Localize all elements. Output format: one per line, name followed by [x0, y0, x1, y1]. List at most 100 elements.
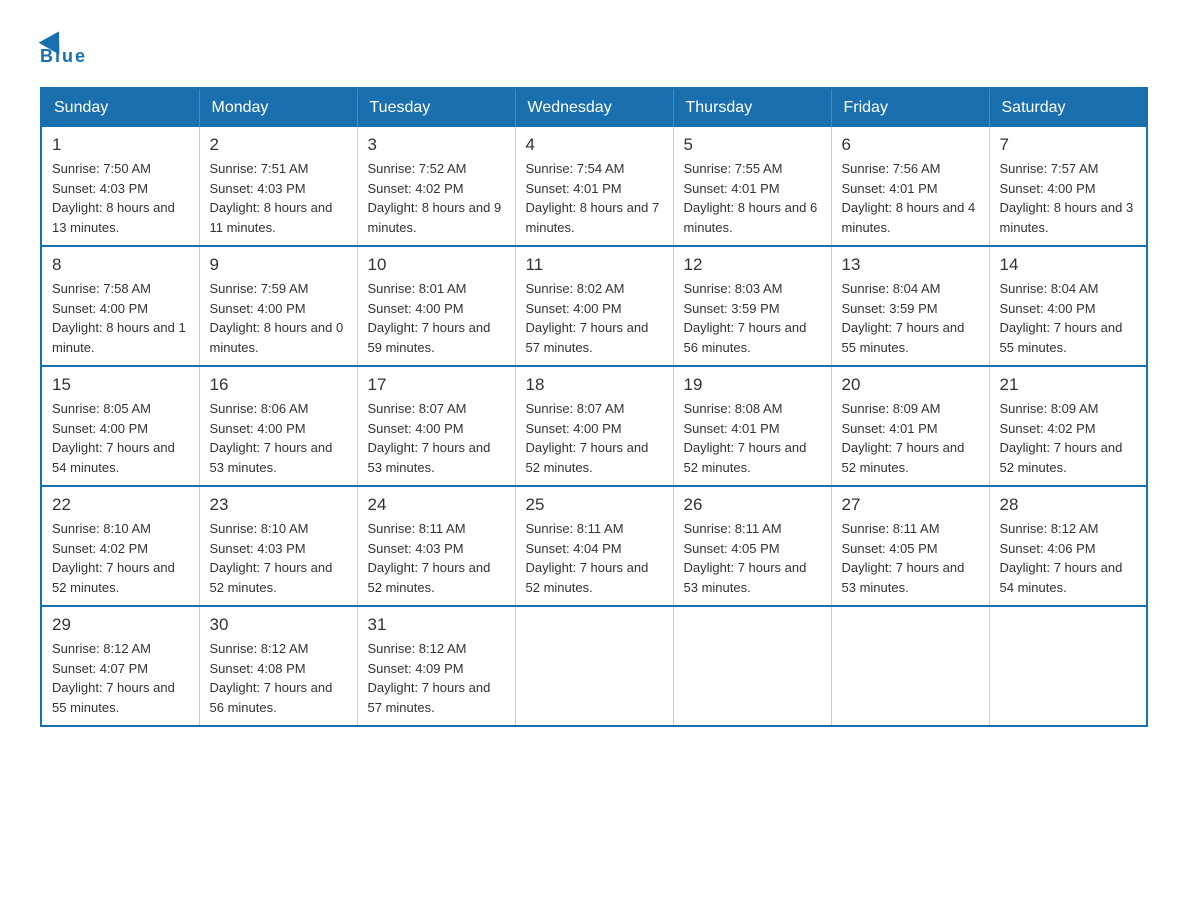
day-number: 10 — [368, 255, 505, 275]
day-info: Sunrise: 7:52 AM Sunset: 4:02 PM Dayligh… — [368, 159, 505, 237]
day-number: 18 — [526, 375, 663, 395]
day-cell: 8 Sunrise: 7:58 AM Sunset: 4:00 PM Dayli… — [41, 246, 199, 366]
day-cell: 27 Sunrise: 8:11 AM Sunset: 4:05 PM Dayl… — [831, 486, 989, 606]
day-cell: 9 Sunrise: 7:59 AM Sunset: 4:00 PM Dayli… — [199, 246, 357, 366]
day-number: 11 — [526, 255, 663, 275]
day-cell: 30 Sunrise: 8:12 AM Sunset: 4:08 PM Dayl… — [199, 606, 357, 726]
day-cell: 12 Sunrise: 8:03 AM Sunset: 3:59 PM Dayl… — [673, 246, 831, 366]
day-info: Sunrise: 7:57 AM Sunset: 4:00 PM Dayligh… — [1000, 159, 1137, 237]
day-cell: 16 Sunrise: 8:06 AM Sunset: 4:00 PM Dayl… — [199, 366, 357, 486]
day-cell: 5 Sunrise: 7:55 AM Sunset: 4:01 PM Dayli… — [673, 127, 831, 246]
day-cell — [515, 606, 673, 726]
day-info: Sunrise: 8:05 AM Sunset: 4:00 PM Dayligh… — [52, 399, 189, 477]
day-cell: 11 Sunrise: 8:02 AM Sunset: 4:00 PM Dayl… — [515, 246, 673, 366]
day-number: 30 — [210, 615, 347, 635]
day-info: Sunrise: 8:03 AM Sunset: 3:59 PM Dayligh… — [684, 279, 821, 357]
week-row-2: 8 Sunrise: 7:58 AM Sunset: 4:00 PM Dayli… — [41, 246, 1147, 366]
header-sunday: Sunday — [41, 88, 199, 127]
day-cell — [989, 606, 1147, 726]
header: Blue — [40, 30, 1148, 67]
day-info: Sunrise: 8:06 AM Sunset: 4:00 PM Dayligh… — [210, 399, 347, 477]
day-number: 25 — [526, 495, 663, 515]
day-cell: 21 Sunrise: 8:09 AM Sunset: 4:02 PM Dayl… — [989, 366, 1147, 486]
day-number: 1 — [52, 135, 189, 155]
day-cell: 17 Sunrise: 8:07 AM Sunset: 4:00 PM Dayl… — [357, 366, 515, 486]
day-info: Sunrise: 8:10 AM Sunset: 4:03 PM Dayligh… — [210, 519, 347, 597]
day-info: Sunrise: 8:07 AM Sunset: 4:00 PM Dayligh… — [526, 399, 663, 477]
header-wednesday: Wednesday — [515, 88, 673, 127]
day-number: 9 — [210, 255, 347, 275]
day-info: Sunrise: 7:56 AM Sunset: 4:01 PM Dayligh… — [842, 159, 979, 237]
week-row-5: 29 Sunrise: 8:12 AM Sunset: 4:07 PM Dayl… — [41, 606, 1147, 726]
day-cell: 2 Sunrise: 7:51 AM Sunset: 4:03 PM Dayli… — [199, 127, 357, 246]
day-info: Sunrise: 8:12 AM Sunset: 4:08 PM Dayligh… — [210, 639, 347, 717]
day-info: Sunrise: 7:55 AM Sunset: 4:01 PM Dayligh… — [684, 159, 821, 237]
day-cell: 19 Sunrise: 8:08 AM Sunset: 4:01 PM Dayl… — [673, 366, 831, 486]
day-cell: 25 Sunrise: 8:11 AM Sunset: 4:04 PM Dayl… — [515, 486, 673, 606]
day-cell: 4 Sunrise: 7:54 AM Sunset: 4:01 PM Dayli… — [515, 127, 673, 246]
day-number: 27 — [842, 495, 979, 515]
day-info: Sunrise: 7:59 AM Sunset: 4:00 PM Dayligh… — [210, 279, 347, 357]
calendar-table: SundayMondayTuesdayWednesdayThursdayFrid… — [40, 87, 1148, 727]
day-number: 7 — [1000, 135, 1137, 155]
header-monday: Monday — [199, 88, 357, 127]
week-row-3: 15 Sunrise: 8:05 AM Sunset: 4:00 PM Dayl… — [41, 366, 1147, 486]
header-friday: Friday — [831, 88, 989, 127]
day-number: 6 — [842, 135, 979, 155]
day-cell: 20 Sunrise: 8:09 AM Sunset: 4:01 PM Dayl… — [831, 366, 989, 486]
header-tuesday: Tuesday — [357, 88, 515, 127]
day-cell: 6 Sunrise: 7:56 AM Sunset: 4:01 PM Dayli… — [831, 127, 989, 246]
day-info: Sunrise: 8:01 AM Sunset: 4:00 PM Dayligh… — [368, 279, 505, 357]
day-number: 2 — [210, 135, 347, 155]
week-row-1: 1 Sunrise: 7:50 AM Sunset: 4:03 PM Dayli… — [41, 127, 1147, 246]
day-cell: 15 Sunrise: 8:05 AM Sunset: 4:00 PM Dayl… — [41, 366, 199, 486]
day-number: 23 — [210, 495, 347, 515]
day-cell — [673, 606, 831, 726]
day-info: Sunrise: 7:51 AM Sunset: 4:03 PM Dayligh… — [210, 159, 347, 237]
day-number: 8 — [52, 255, 189, 275]
days-header-row: SundayMondayTuesdayWednesdayThursdayFrid… — [41, 88, 1147, 127]
day-number: 31 — [368, 615, 505, 635]
header-thursday: Thursday — [673, 88, 831, 127]
day-cell: 24 Sunrise: 8:11 AM Sunset: 4:03 PM Dayl… — [357, 486, 515, 606]
day-number: 22 — [52, 495, 189, 515]
day-cell: 23 Sunrise: 8:10 AM Sunset: 4:03 PM Dayl… — [199, 486, 357, 606]
day-info: Sunrise: 8:07 AM Sunset: 4:00 PM Dayligh… — [368, 399, 505, 477]
day-number: 15 — [52, 375, 189, 395]
day-info: Sunrise: 8:11 AM Sunset: 4:05 PM Dayligh… — [684, 519, 821, 597]
day-number: 12 — [684, 255, 821, 275]
day-info: Sunrise: 8:12 AM Sunset: 4:07 PM Dayligh… — [52, 639, 189, 717]
day-cell: 29 Sunrise: 8:12 AM Sunset: 4:07 PM Dayl… — [41, 606, 199, 726]
day-cell: 22 Sunrise: 8:10 AM Sunset: 4:02 PM Dayl… — [41, 486, 199, 606]
logo-underline: Blue — [40, 46, 87, 67]
day-info: Sunrise: 7:50 AM Sunset: 4:03 PM Dayligh… — [52, 159, 189, 237]
day-info: Sunrise: 8:02 AM Sunset: 4:00 PM Dayligh… — [526, 279, 663, 357]
week-row-4: 22 Sunrise: 8:10 AM Sunset: 4:02 PM Dayl… — [41, 486, 1147, 606]
day-info: Sunrise: 7:54 AM Sunset: 4:01 PM Dayligh… — [526, 159, 663, 237]
day-info: Sunrise: 7:58 AM Sunset: 4:00 PM Dayligh… — [52, 279, 189, 357]
day-number: 19 — [684, 375, 821, 395]
day-cell: 1 Sunrise: 7:50 AM Sunset: 4:03 PM Dayli… — [41, 127, 199, 246]
day-cell: 28 Sunrise: 8:12 AM Sunset: 4:06 PM Dayl… — [989, 486, 1147, 606]
day-cell — [831, 606, 989, 726]
logo: Blue — [40, 30, 87, 67]
day-cell: 26 Sunrise: 8:11 AM Sunset: 4:05 PM Dayl… — [673, 486, 831, 606]
day-number: 17 — [368, 375, 505, 395]
day-info: Sunrise: 8:12 AM Sunset: 4:09 PM Dayligh… — [368, 639, 505, 717]
day-info: Sunrise: 8:11 AM Sunset: 4:05 PM Dayligh… — [842, 519, 979, 597]
day-number: 5 — [684, 135, 821, 155]
day-cell: 31 Sunrise: 8:12 AM Sunset: 4:09 PM Dayl… — [357, 606, 515, 726]
day-info: Sunrise: 8:11 AM Sunset: 4:04 PM Dayligh… — [526, 519, 663, 597]
day-number: 29 — [52, 615, 189, 635]
day-cell: 10 Sunrise: 8:01 AM Sunset: 4:00 PM Dayl… — [357, 246, 515, 366]
day-info: Sunrise: 8:10 AM Sunset: 4:02 PM Dayligh… — [52, 519, 189, 597]
day-cell: 7 Sunrise: 7:57 AM Sunset: 4:00 PM Dayli… — [989, 127, 1147, 246]
day-number: 16 — [210, 375, 347, 395]
day-number: 14 — [1000, 255, 1137, 275]
day-number: 28 — [1000, 495, 1137, 515]
day-number: 13 — [842, 255, 979, 275]
day-cell: 13 Sunrise: 8:04 AM Sunset: 3:59 PM Dayl… — [831, 246, 989, 366]
day-number: 21 — [1000, 375, 1137, 395]
day-info: Sunrise: 8:12 AM Sunset: 4:06 PM Dayligh… — [1000, 519, 1137, 597]
header-saturday: Saturday — [989, 88, 1147, 127]
